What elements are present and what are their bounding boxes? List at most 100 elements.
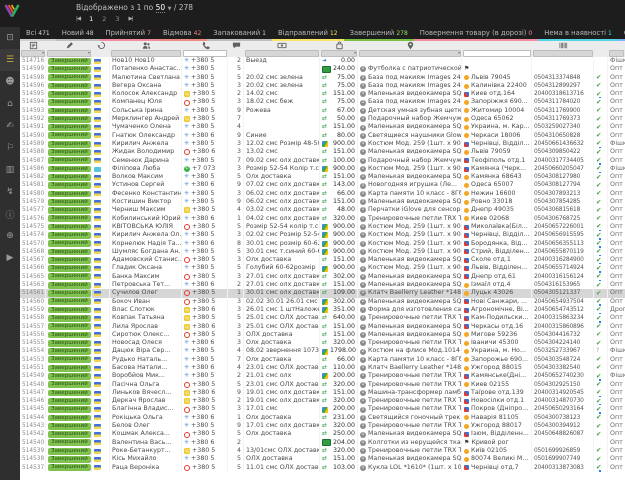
sidebar-item[interactable]: ⌂ [0, 93, 20, 115]
table-row[interactable]: 514576 Завершений Кобилинський Юрий +380… [20, 215, 625, 223]
ttn-number[interactable]: 0504308127980 [532, 173, 594, 181]
filter-price[interactable] [321, 50, 357, 57]
table-row[interactable]: 514555 Завершений Новосад Олеся +380 6 3… [20, 339, 625, 347]
table-row[interactable]: 514561 Завершений Сучилов Олег +380 5 1 … [20, 289, 625, 297]
table-row[interactable]: 514599 Завершений Потапенко Анастас... +… [20, 65, 625, 73]
table-row[interactable]: 514588 Завершений Жидак Володимир +380 6… [20, 148, 625, 156]
last-page-button[interactable]: ▶| [129, 16, 133, 22]
table-row[interactable]: 514567 Завершений Адамовский Станис... +… [20, 256, 625, 264]
sidebar-item[interactable]: ⓘ [0, 203, 20, 225]
status-tab[interactable]: Запакований1 [207, 27, 272, 41]
filter-product[interactable] [359, 50, 461, 57]
ttn-number[interactable]: 0504302925150 [532, 381, 594, 389]
ttn-number[interactable]: 20450656355113 [532, 240, 594, 248]
table-row[interactable]: 514575 Завершений КВІТОВСЬКА ЮЛІЯ +380 5… [20, 223, 625, 231]
ttn-number[interactable] [532, 57, 594, 65]
table-row[interactable]: 514537 Завершений Раца Вероніка +380 5 5… [20, 464, 625, 472]
sidebar-item[interactable]: ⊕ [0, 225, 20, 247]
ttn-number[interactable]: 0504300738123 [532, 414, 594, 422]
filter-ttn[interactable] [533, 50, 593, 57]
table-row[interactable]: 514580 Завершений Фесенко Константин +38… [20, 190, 625, 198]
sidebar-item[interactable]: ⊡ [0, 27, 20, 49]
ttn-number[interactable]: 0504312899297 [532, 82, 594, 90]
status-tab[interactable]: Нема в наявності1 [538, 27, 618, 41]
table-row[interactable]: 514558 Завершений Ковпак Татьяна ig+380 … [20, 314, 625, 322]
ttn-number[interactable]: 20450657226001 [532, 223, 594, 231]
status-tab[interactable]: Завершений278 [344, 27, 414, 41]
ttn-number[interactable]: 0503259027340 [532, 123, 594, 131]
ttn-number[interactable]: 0504311769373 [532, 115, 594, 123]
status-tab[interactable]: Всі471 [20, 27, 56, 41]
ttn-number[interactable]: 20450660205047 [532, 165, 594, 173]
table-row[interactable]: 514539 Завершений Роке-Бетанкурт... ig+3… [20, 447, 625, 455]
table-row[interactable]: 514547 Завершений Линьков Вячесл... ig+3… [20, 389, 625, 397]
table-row[interactable]: 514593 Завершений Сольська Ірина +380 5 … [20, 107, 625, 115]
ttn-number[interactable]: 20400318613716 [532, 90, 594, 98]
table-row[interactable]: 514565 Завершений Банка Максим +380 5 3 … [20, 273, 625, 281]
table-row[interactable]: 514577 Завершений Черниш Максим ig+380 5… [20, 206, 625, 214]
table-row[interactable]: 514587 Завершений Семенюк Дарина +380 5 … [20, 157, 625, 165]
ttn-number[interactable]: 0504309850422 [532, 148, 594, 156]
ttn-number[interactable]: 0504304416732 [532, 331, 594, 339]
table-row[interactable]: 514592 Завершений Мерклингер Андрей ig+3… [20, 115, 625, 123]
page-number-button[interactable]: 2 [102, 15, 106, 23]
filter-status[interactable] [47, 50, 91, 57]
table-row[interactable]: 514589 Завершений Кирилич Анжела +380 5 … [20, 140, 625, 148]
status-tab[interactable]: Самовивіз2 [618, 27, 625, 41]
table-row[interactable]: 514591 Завершений Чумаченко Олена +380 5… [20, 123, 625, 131]
ttn-number[interactable]: 0504311769900 [532, 107, 594, 115]
app-logo-icon[interactable] [4, 3, 20, 19]
ttn-number[interactable]: 0504313374848 [532, 74, 594, 82]
ttn-number[interactable]: 20450656915595 [532, 231, 594, 239]
status-tab[interactable]: Новий48 [56, 27, 100, 41]
table-row[interactable]: 514544 Завершений Рокіцька Ольга +380 6 … [20, 414, 625, 422]
table-row[interactable]: 514554 Завершений Дацюк Віра Сер... +380… [20, 347, 625, 355]
table-row[interactable]: 514574 Завершений Кирилич Анжела Ол... +… [20, 231, 625, 239]
table-row[interactable]: 514551 Завершений Басова Натали... +380 … [20, 364, 625, 372]
status-tab[interactable]: Прийнятий7 [100, 27, 157, 41]
ttn-number[interactable]: 0501699907749 [532, 455, 594, 463]
table-row[interactable]: 514563 Завершений Петровська Тет... +380… [20, 281, 625, 289]
sidebar-item[interactable]: ☰ [0, 49, 20, 71]
table-row[interactable]: 514568 Завершений Шумляс Богдана Ан... +… [20, 248, 625, 256]
ttn-number[interactable]: 0504305121337 [532, 289, 594, 297]
table-row[interactable]: 514548 Завершений Пасічна Ольга +380 5 5… [20, 381, 625, 389]
table-row[interactable]: 514581 Завершений Устинов Сергей +380 6 … [20, 181, 625, 189]
ttn-number[interactable]: 20450661436632 [532, 140, 594, 148]
ttn-number[interactable]: 0503252733967 [532, 347, 594, 355]
sidebar-item[interactable]: ✍ [0, 115, 20, 137]
ttn-number[interactable]: 0504306815618 [532, 206, 594, 214]
ttn-number[interactable]: 0504303382540 [532, 364, 594, 372]
ttn-number[interactable] [532, 65, 594, 73]
ttn-number[interactable]: 0501699926859 [532, 447, 594, 455]
sidebar-item[interactable]: ⚐ [0, 137, 20, 159]
table-row[interactable]: 514598 Завершений Малютина Светлана +380… [20, 74, 625, 82]
table-row[interactable]: 514538 Завершений Кісь Михайло +380 5 5 … [20, 455, 625, 463]
table-row[interactable]: 514582 Завершений Волков Максим +380 5 5… [20, 173, 625, 181]
ttn-number[interactable]: 20400315863234 [532, 314, 594, 322]
table-row[interactable]: 514586 Завершений Філіпова Люба ✆+7 073 … [20, 165, 625, 173]
ttn-number[interactable]: 20450654937504 [532, 298, 594, 306]
table-row[interactable]: 514594 Завершений Компанец Юля +380 5 3 … [20, 98, 625, 106]
status-tab[interactable]: Повернення товару (в дорозі)0 [414, 27, 538, 41]
ttn-number[interactable]: 20450654743512 [532, 306, 594, 314]
ttn-number[interactable]: 0504311784020 [532, 98, 594, 106]
ttn-number[interactable]: 0504300394912 [532, 422, 594, 430]
ttn-number[interactable]: 0504308127794 [532, 181, 594, 189]
table-row[interactable]: 514546 Завершений Деркач Ярослав ig+380 … [20, 397, 625, 405]
table-row[interactable]: 514549 Завершений Воробйов Мик... +380 5… [20, 372, 625, 380]
table-row[interactable]: 514595 Завершений Колосок Александр ig+3… [20, 90, 625, 98]
table-row[interactable]: 514556 Завершений Сиротюк Олекс... +380 … [20, 331, 625, 339]
table-row[interactable]: 514579 Завершений Костишин Виктор +380 5… [20, 198, 625, 206]
ttn-number[interactable]: 20400317734405 [532, 157, 594, 165]
sidebar-item[interactable]: ↯ [0, 181, 20, 203]
table-row[interactable]: 514596 Завершений Вегера Оксана +380 5 3… [20, 82, 625, 90]
table-row[interactable]: 514560 Завершений Бокоч Иван +380 5 3 02… [20, 298, 625, 306]
ttn-number[interactable]: 20400315860896 [532, 323, 594, 331]
table-row[interactable]: 514540 Завершений Валентина Вась... +380… [20, 439, 625, 447]
ttn-number[interactable]: 20400316284900 [532, 256, 594, 264]
table-row[interactable]: 514559 Завершений Влас Слотюк ig+380 6 3… [20, 306, 625, 314]
filter-phone-input[interactable] [183, 50, 227, 57]
ttn-number[interactable]: 0504307893213 [532, 190, 594, 198]
page-number-button[interactable]: 1 [89, 15, 93, 23]
